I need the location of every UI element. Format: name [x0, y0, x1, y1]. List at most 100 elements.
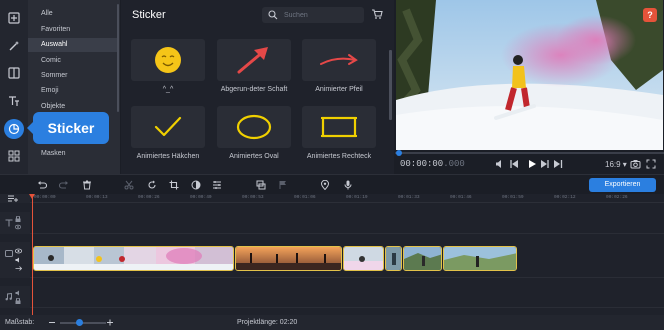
timeline: 00:00:00 00:00:13 00:00:26 00:00:40 00:0…: [0, 194, 664, 315]
eye-icon[interactable]: [15, 224, 21, 230]
category-sommer[interactable]: Sommer: [28, 69, 118, 83]
video-clip[interactable]: [33, 246, 234, 271]
snapshot-icon[interactable]: [629, 158, 641, 170]
playback-progress[interactable]: [395, 150, 664, 156]
volume-icon[interactable]: [15, 257, 22, 263]
add-track-icon[interactable]: [8, 195, 18, 202]
ruler-tick: 00:01:33: [398, 195, 420, 200]
video-clip[interactable]: [385, 246, 402, 271]
category-comic[interactable]: Comic: [28, 54, 118, 68]
cart-icon[interactable]: [371, 8, 383, 20]
video-clip[interactable]: [403, 246, 442, 271]
titles-icon[interactable]: [4, 91, 24, 111]
link-icon[interactable]: [15, 266, 22, 271]
smiley-sticker-icon: [155, 47, 181, 73]
ruler-tick: 00:01:19: [346, 195, 368, 200]
export-button[interactable]: Exportieren: [589, 178, 656, 192]
ruler-tick: 00:02:26: [606, 195, 628, 200]
edit-toolbar: Exportieren: [0, 174, 664, 194]
lock-icon[interactable]: [15, 216, 21, 222]
volume-icon[interactable]: [15, 290, 22, 296]
video-clip[interactable]: [343, 246, 384, 271]
sticker-panel: Sticker ^_^ Abgerun-deter Schaft Animier…: [121, 0, 394, 174]
ruler-tick: 00:01:06: [294, 195, 316, 200]
panel-scrollbar[interactable]: [389, 50, 392, 120]
skip-end-icon[interactable]: [539, 158, 551, 170]
preview-frame: ?: [396, 0, 663, 150]
zoom-slider-knob[interactable]: [76, 319, 83, 326]
microphone-icon[interactable]: [341, 178, 355, 192]
sticker-tooltip: Sticker: [27, 112, 109, 144]
redo-icon[interactable]: [57, 178, 71, 192]
volume-icon[interactable]: [494, 158, 506, 170]
zoom-in-icon[interactable]: [106, 319, 114, 326]
video-clip[interactable]: [443, 246, 517, 271]
video-clip[interactable]: [235, 246, 342, 271]
overlay-icon[interactable]: [254, 178, 268, 192]
skip-start-icon[interactable]: [508, 158, 520, 170]
zoom-slider[interactable]: [60, 322, 106, 324]
eye-icon[interactable]: [15, 248, 22, 254]
clip-thumbnails: [404, 247, 441, 270]
clip-thumbnails: [236, 247, 341, 270]
import-icon[interactable]: [4, 8, 24, 28]
location-pin-icon[interactable]: [318, 178, 332, 192]
search-icon: [268, 10, 278, 20]
search-box[interactable]: [262, 7, 364, 23]
magic-wand-icon[interactable]: [4, 36, 24, 56]
music-note-icon: [5, 293, 12, 301]
next-frame-icon[interactable]: [552, 158, 564, 170]
clip-thumbnails: [444, 247, 516, 270]
panel-title: Sticker: [132, 9, 166, 21]
progress-knob[interactable]: [396, 150, 402, 156]
color-adjust-icon[interactable]: [189, 178, 203, 192]
undo-icon[interactable]: [35, 178, 49, 192]
category-alle[interactable]: Alle: [28, 7, 118, 21]
sticker-tile-rectangle[interactable]: [302, 106, 376, 148]
delete-icon[interactable]: [80, 178, 94, 192]
ruler-tick: 00:01:46: [450, 195, 472, 200]
sticker-tile-smiley[interactable]: [131, 39, 205, 81]
category-favoriten[interactable]: Favoriten: [28, 23, 118, 37]
sticker-label: Animierter Pfeil: [315, 86, 363, 93]
sticker-tile-animated-arrow[interactable]: [302, 39, 376, 81]
text-track[interactable]: [30, 212, 664, 234]
marker-flag-icon[interactable]: [276, 178, 290, 192]
more-tools-icon[interactable]: [4, 146, 24, 166]
ruler-tick: 00:00:53: [242, 195, 264, 200]
category-masken[interactable]: Masken: [28, 147, 118, 161]
video-track-header: [0, 242, 30, 278]
sticker-tile-oval[interactable]: [217, 106, 291, 148]
checkmark-sticker-icon: [154, 116, 182, 137]
transitions-icon[interactable]: [4, 63, 24, 83]
timeline-ruler[interactable]: 00:00:00 00:00:13 00:00:26 00:00:40 00:0…: [30, 194, 664, 203]
category-scrollbar[interactable]: [117, 4, 119, 112]
clip-properties-icon[interactable]: [210, 178, 224, 192]
timecode: 00:00:00.000: [400, 159, 465, 169]
cut-icon[interactable]: [122, 178, 136, 192]
lock-icon[interactable]: [15, 298, 22, 304]
sticker-tile-rounded-shaft[interactable]: [217, 39, 291, 81]
audio-track[interactable]: [30, 286, 664, 308]
fullscreen-icon[interactable]: [645, 158, 657, 170]
video-preview: ? 00:00:00.000 16:9 ▾: [395, 0, 664, 174]
category-auswahl[interactable]: Auswahl: [28, 38, 118, 52]
sticker-icon[interactable]: [4, 119, 24, 139]
clip-thumbnails: [344, 247, 383, 270]
crop-icon[interactable]: [167, 178, 181, 192]
playhead[interactable]: [29, 194, 35, 315]
rotate-icon[interactable]: [145, 178, 159, 192]
category-list: Alle Favoriten Auswahl Comic Sommer Emoj…: [28, 0, 120, 174]
ruler-tick: 00:00:00: [34, 195, 56, 200]
play-icon[interactable]: [526, 158, 538, 170]
rectangle-sticker-icon: [321, 116, 357, 138]
status-bar: Maßstab: Projektlänge: 02:20: [0, 315, 664, 330]
help-button[interactable]: ?: [643, 8, 657, 22]
sticker-tile-checkmark[interactable]: [131, 106, 205, 148]
ruler-tick: 00:01:59: [502, 195, 524, 200]
search-input[interactable]: [284, 9, 360, 21]
zoom-out-icon[interactable]: [48, 319, 56, 326]
category-emoji[interactable]: Emoji: [28, 84, 118, 98]
sticker-label: Abgerun-deter Schaft: [220, 86, 288, 93]
aspect-ratio-select[interactable]: 16:9 ▾: [605, 160, 627, 169]
